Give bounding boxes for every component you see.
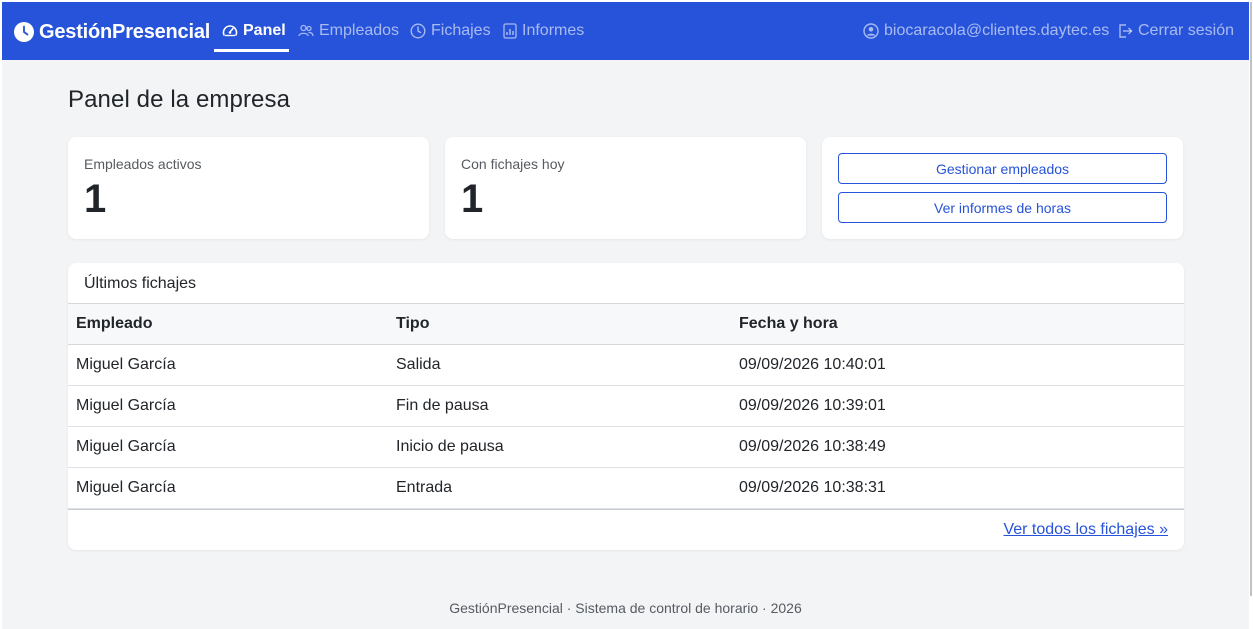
clock-logo-icon <box>14 22 34 42</box>
recent-clockings-title: Últimos fichajes <box>84 275 197 292</box>
nav-informes-label: Informes <box>522 22 585 39</box>
active-tab-indicator <box>214 49 289 52</box>
people-icon <box>298 24 314 37</box>
table-header-row: Empleado Tipo Fecha y hora <box>68 303 1184 345</box>
nav-panel-label: Panel <box>243 22 286 39</box>
nav-informes[interactable]: Informes <box>503 19 584 43</box>
user-circle-icon <box>863 23 879 39</box>
stat-card-clocked-today: Con fichajes hoy 1 <box>445 137 806 239</box>
logout-icon <box>1119 24 1133 38</box>
table-row: Miguel García Salida 09/09/2026 10:40:01 <box>68 344 1184 386</box>
cell-employee: Miguel García <box>68 344 388 386</box>
gauge-icon <box>222 25 238 37</box>
table-row: Miguel García Inicio de pausa 09/09/2026… <box>68 426 1184 468</box>
stat-value: 1 <box>461 177 484 221</box>
report-icon <box>503 23 517 39</box>
page-footer: GestiónPresencial · Sistema de control d… <box>449 600 802 616</box>
cell-employee: Miguel García <box>68 385 388 427</box>
cell-datetime: 09/09/2026 10:39:01 <box>731 385 1184 427</box>
nav-fichajes-label: Fichajes <box>431 22 491 39</box>
app-window: GestiónPresencial Panel Empleados Fichaj… <box>2 2 1249 629</box>
stat-value: 1 <box>84 177 107 221</box>
logout-link[interactable]: Cerrar sesión <box>1117 19 1234 43</box>
table-row: Miguel García Fin de pausa 09/09/2026 10… <box>68 385 1184 427</box>
cell-datetime: 09/09/2026 10:38:31 <box>731 467 1184 509</box>
cell-datetime: 09/09/2026 10:38:49 <box>731 426 1184 468</box>
nav-empleados[interactable]: Empleados <box>298 19 399 43</box>
user-account[interactable]: biocaracola@clientes.daytec.es <box>863 19 1109 43</box>
column-header-datetime: Fecha y hora <box>731 303 1184 345</box>
user-email: biocaracola@clientes.daytec.es <box>884 22 1110 39</box>
recent-clockings-table: Empleado Tipo Fecha y hora Miguel García… <box>68 303 1184 509</box>
top-navbar: GestiónPresencial Panel Empleados Fichaj… <box>2 2 1249 60</box>
column-header-type: Tipo <box>388 303 731 345</box>
cell-employee: Miguel García <box>68 426 388 468</box>
cell-type: Fin de pausa <box>388 385 731 427</box>
nav-panel[interactable]: Panel <box>222 19 286 43</box>
logout-label: Cerrar sesión <box>1138 22 1235 39</box>
clock-icon <box>410 23 426 39</box>
cell-datetime: 09/09/2026 10:40:01 <box>731 344 1184 386</box>
cell-type: Entrada <box>388 467 731 509</box>
nav-fichajes[interactable]: Fichajes <box>410 19 491 43</box>
view-reports-button[interactable]: Ver informes de horas <box>838 192 1167 223</box>
table-divider <box>68 509 1184 510</box>
brand-link[interactable]: GestiónPresencial <box>14 18 210 46</box>
cell-type: Salida <box>388 344 731 386</box>
column-header-employee: Empleado <box>68 303 388 345</box>
page-title: Panel de la empresa <box>68 86 291 113</box>
actions-card: Gestionar empleados Ver informes de hora… <box>822 137 1183 239</box>
stat-card-active-employees: Empleados activos 1 <box>68 137 429 239</box>
recent-clockings-card: Últimos fichajes Empleado Tipo Fecha y h… <box>68 263 1184 550</box>
cell-employee: Miguel García <box>68 467 388 509</box>
nav-empleados-label: Empleados <box>319 22 400 39</box>
stat-label: Con fichajes hoy <box>461 156 565 172</box>
scrollbar-thumb[interactable] <box>1250 2 1252 596</box>
cell-type: Inicio de pausa <box>388 426 731 468</box>
table-row: Miguel García Entrada 09/09/2026 10:38:3… <box>68 467 1184 509</box>
view-all-clockings-link[interactable]: Ver todos los fichajes » <box>1003 521 1168 539</box>
manage-employees-button[interactable]: Gestionar empleados <box>838 153 1167 184</box>
stat-label: Empleados activos <box>84 156 202 172</box>
brand-name: GestiónPresencial <box>39 20 211 43</box>
